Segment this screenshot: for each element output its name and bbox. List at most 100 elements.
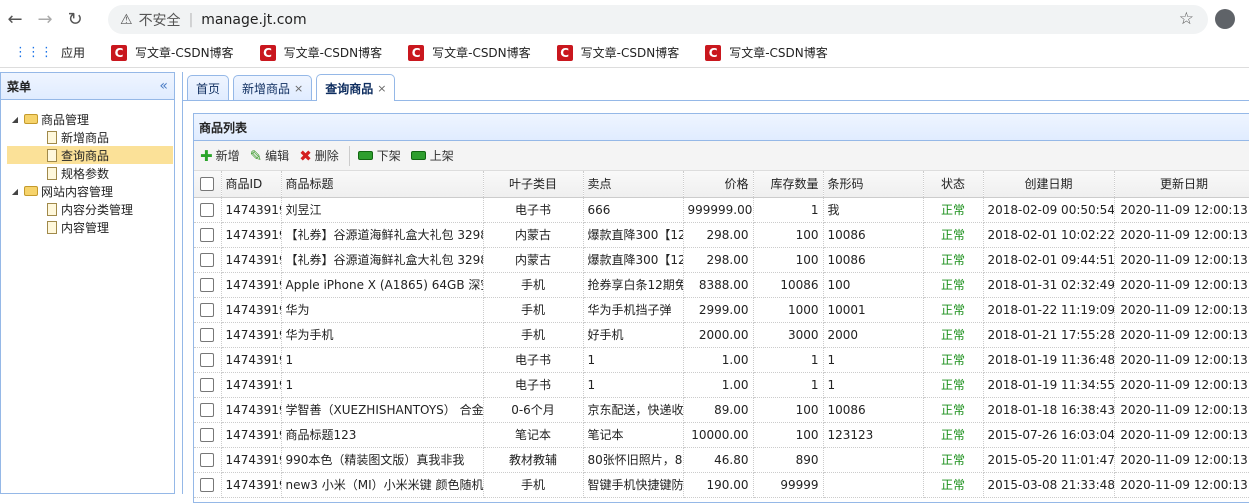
tab-item[interactable]: 查询商品 ×: [316, 74, 396, 101]
row-checkbox-cell[interactable]: [194, 372, 222, 398]
table-cell: 2015-03-08 21:33:48: [983, 472, 1115, 498]
column-header[interactable]: 商品ID: [221, 171, 282, 198]
add-button[interactable]: ✚ 新增: [200, 147, 240, 165]
column-header[interactable]: 条形码: [823, 171, 924, 198]
sidebar-item-label: 内容管理: [61, 220, 110, 235]
checkbox[interactable]: [200, 252, 215, 267]
table-cell: 2018-01-19 11:34:55: [983, 372, 1115, 398]
checkbox[interactable]: [200, 227, 215, 242]
column-header[interactable]: 更新日期: [1114, 171, 1249, 198]
table-cell: 正常: [923, 197, 984, 223]
table-row[interactable]: 14743919 刘昱江 电子书 666 999999.00 1 我正常 2018-02-09…: [194, 197, 1249, 223]
row-checkbox-cell[interactable]: [194, 347, 222, 373]
checkbox[interactable]: [200, 202, 215, 217]
table-cell: 666: [583, 197, 684, 223]
table-row[interactable]: 14743919 1 电子书 1 1.00 1 1 正常 2018-01-19 11:36:48…: [194, 347, 1249, 373]
row-checkbox-cell[interactable]: [194, 472, 222, 498]
checkbox[interactable]: [200, 176, 215, 191]
bookmark-item[interactable]: C 写文章-CSDN博客: [259, 44, 383, 61]
table-cell: 10086: [823, 397, 924, 423]
table-row[interactable]: 14743919 学智善（XUEZHISHANTOYS） 合金 0-6个月 京东配送，…: [194, 397, 1249, 423]
sidebar-item[interactable]: 新增商品: [7, 128, 173, 146]
close-icon[interactable]: ×: [377, 82, 386, 95]
row-checkbox-cell[interactable]: [194, 297, 222, 323]
forward-icon[interactable]: →: [30, 9, 60, 30]
close-icon[interactable]: ×: [294, 82, 303, 95]
column-header[interactable]: 叶子类目: [483, 171, 584, 198]
account-icon[interactable]: [1215, 9, 1235, 29]
bookmark-apps[interactable]: ⋮⋮⋮ 应用: [14, 44, 85, 61]
table-row[interactable]: 14743919 new3 小米（MI）小米米键 颜色随机 手机 智键手机快捷键防 19…: [194, 472, 1249, 498]
row-checkbox-cell[interactable]: [194, 397, 222, 423]
delete-button[interactable]: ✖ 删除: [299, 147, 339, 165]
tree-group[interactable]: ◢ 商品管理: [1, 110, 174, 128]
row-checkbox-cell[interactable]: [194, 447, 222, 473]
table-row[interactable]: 14743919 990本色（精装图文版）真我非我 教材教辅 80张怀旧照片，80 46…: [194, 447, 1249, 473]
table-cell: 手机: [483, 297, 584, 323]
sidebar-item[interactable]: 规格参数: [7, 164, 173, 182]
row-checkbox-cell[interactable]: [194, 222, 222, 248]
add-label: 新增: [215, 149, 240, 163]
collapse-icon[interactable]: «: [159, 78, 168, 94]
menu-tree: ◢ 商品管理 新增商品 查询商品 规格参数 ◢ 网站内容管理 内容分类管理内容管理: [1, 100, 174, 236]
row-checkbox-cell[interactable]: [194, 272, 222, 298]
checkbox[interactable]: [200, 277, 215, 292]
checkbox[interactable]: [200, 352, 215, 367]
checkbox[interactable]: [200, 402, 215, 417]
address-bar[interactable]: ⚠ 不安全 | manage.jt.com: [108, 5, 1208, 34]
offshelf-button[interactable]: 下架: [357, 147, 401, 164]
sidebar-item[interactable]: 内容管理: [7, 218, 173, 236]
bookmark-item[interactable]: C 写文章-CSDN博客: [111, 44, 234, 61]
checkbox[interactable]: [200, 427, 215, 442]
table-row[interactable]: 14743919 华为 手机 华为手机挡子弹 2999.00 1000 10001 正常 201…: [194, 297, 1249, 323]
checkbox[interactable]: [200, 477, 215, 492]
edit-button[interactable]: ✎ 编辑: [250, 147, 290, 165]
table-row[interactable]: 14743919 商品标题123 笔记本 笔记本 10000.00 100 123123 正常…: [194, 422, 1249, 448]
table-row[interactable]: 14743919 1 电子书 1 1.00 1 1 正常 2018-01-19 11:34:55…: [194, 372, 1249, 398]
onshelf-button[interactable]: 上架: [410, 147, 454, 164]
column-header[interactable]: 库存数量: [753, 171, 824, 198]
table-cell: 2020-11-09 12:00:13: [1114, 247, 1249, 273]
table-cell: 1: [753, 347, 824, 373]
sidebar-item[interactable]: 查询商品: [7, 146, 173, 164]
document-icon: [47, 220, 57, 234]
row-checkbox-cell[interactable]: [194, 322, 222, 348]
bookmark-star-icon[interactable]: ☆: [1179, 9, 1194, 29]
bookmark-label: 写文章-CSDN博客: [432, 46, 531, 60]
row-checkbox-cell[interactable]: [194, 422, 222, 448]
column-header[interactable]: 状态: [923, 171, 984, 198]
table-cell: 46.80: [683, 447, 754, 473]
reload-icon[interactable]: ↻: [60, 9, 90, 30]
expand-triangle-icon[interactable]: ◢: [9, 115, 21, 124]
tree-group[interactable]: ◢ 网站内容管理: [1, 182, 174, 200]
table-cell: 10000.00: [683, 422, 754, 448]
tab-item[interactable]: 新增商品 ×: [233, 75, 313, 100]
row-checkbox-cell[interactable]: [194, 197, 222, 223]
tab-item[interactable]: 首页: [187, 75, 230, 100]
bookmark-item[interactable]: C 写文章-CSDN博客: [705, 44, 828, 61]
bookmark-item[interactable]: C 写文章-CSDN博客: [408, 44, 531, 61]
checkbox[interactable]: [200, 377, 215, 392]
back-icon[interactable]: ←: [0, 9, 30, 30]
table-row[interactable]: 14743919 【礼券】谷源道海鲜礼盒大礼包 3298 内蒙古 爆款直降300【12…: [194, 247, 1249, 273]
csdn-icon: C: [556, 44, 573, 61]
table-cell: 14743919: [221, 297, 282, 323]
column-header[interactable]: 商品标题: [281, 171, 484, 198]
checkbox[interactable]: [200, 302, 215, 317]
bookmark-item[interactable]: C 写文章-CSDN博客: [556, 44, 679, 61]
column-header[interactable]: 卖点: [583, 171, 684, 198]
table-row[interactable]: 14743919 Apple iPhone X (A1865) 64GB 深空 手机…: [194, 272, 1249, 298]
bookmark-label: 写文章-CSDN博客: [283, 46, 383, 60]
table-row[interactable]: 14743919 【礼券】谷源道海鲜礼盒大礼包 3298 内蒙古 爆款直降300【12…: [194, 222, 1249, 248]
expand-triangle-icon[interactable]: ◢: [9, 187, 21, 196]
csdn-icon: C: [259, 44, 276, 61]
checkbox[interactable]: [200, 452, 215, 467]
column-header[interactable]: 创建日期: [983, 171, 1115, 198]
column-header[interactable]: 价格: [683, 171, 754, 198]
sidebar-item[interactable]: 内容分类管理: [7, 200, 173, 218]
checkbox[interactable]: [200, 327, 215, 342]
select-all-checkbox-cell[interactable]: [194, 171, 222, 198]
table-row[interactable]: 14743919 华为手机 手机 好手机 2000.00 3000 2000 正常 2018-0…: [194, 322, 1249, 348]
table-cell: 正常: [923, 222, 984, 248]
row-checkbox-cell[interactable]: [194, 247, 222, 273]
